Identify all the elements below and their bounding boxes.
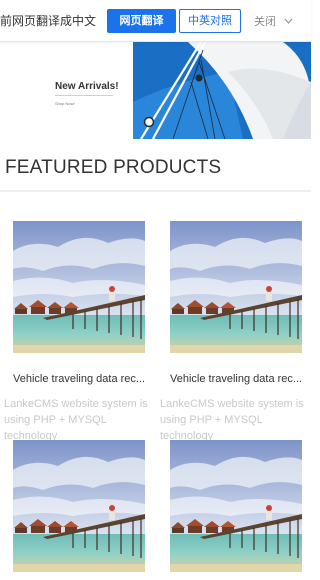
translate-prompt: 前网页翻译成中文 bbox=[0, 14, 97, 28]
hero-sail-photo bbox=[133, 42, 311, 139]
product-title[interactable]: Vehicle traveling data rec... bbox=[170, 373, 320, 385]
hero-text: New Arrivals! Shop Now! bbox=[55, 81, 119, 106]
featured-products-heading: FEATURED PRODUCTS bbox=[5, 157, 222, 178]
product-title[interactable]: Vehicle traveling data rec... bbox=[13, 373, 163, 385]
product-image[interactable] bbox=[170, 221, 302, 353]
product-image[interactable] bbox=[13, 221, 145, 353]
translate-page-button[interactable]: 网页翻译 bbox=[107, 9, 176, 33]
product-desc-line: LankeCMS website system is bbox=[4, 398, 148, 410]
close-label: 关闭 bbox=[254, 16, 276, 28]
bilingual-view-button[interactable]: 中英对照 bbox=[179, 9, 241, 33]
section-divider bbox=[0, 190, 311, 192]
product-description: LankeCMS website system is using PHP + M… bbox=[160, 396, 312, 444]
chevron-down-icon bbox=[284, 18, 293, 24]
hero-subtitle: Shop Now! bbox=[55, 101, 75, 106]
hero-title: New Arrivals! bbox=[55, 81, 119, 92]
product-description: LankeCMS website system is using PHP + M… bbox=[4, 396, 156, 444]
hero-banner[interactable]: New Arrivals! Shop Now! bbox=[0, 42, 311, 139]
product-image[interactable] bbox=[13, 440, 145, 572]
close-translate-button[interactable]: 关闭 bbox=[254, 13, 293, 29]
translate-bar: 前网页翻译成中文 网页翻译 中英对照 关闭 bbox=[0, 0, 311, 42]
hero-divider bbox=[55, 95, 113, 96]
product-image[interactable] bbox=[170, 440, 302, 572]
product-desc-line: LankeCMS website system is bbox=[160, 398, 304, 410]
